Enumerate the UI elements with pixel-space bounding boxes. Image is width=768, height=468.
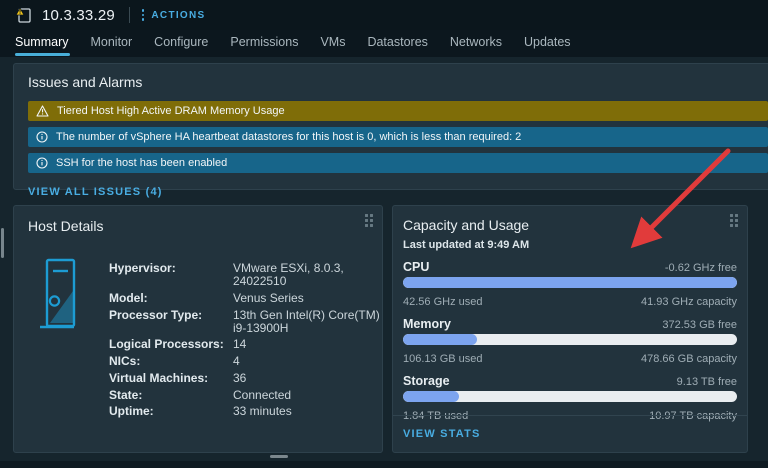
cpu-meter: CPU -0.62 GHz free 42.56 GHz used 41.93 …: [403, 260, 737, 308]
field-value: 33 minutes: [233, 405, 381, 418]
field-row-uptime: Uptime: 33 minutes: [109, 405, 381, 418]
host-details-body: Hypervisor: VMware ESXi, 8.0.3, 24022510…: [28, 258, 368, 418]
memory-label: Memory: [403, 317, 451, 331]
field-value: 14: [233, 338, 381, 351]
host-details-title: Host Details: [28, 218, 368, 234]
cpu-used-value: 42.56 GHz used: [403, 296, 483, 308]
memory-usage-fill: [403, 334, 477, 345]
issues-panel-title: Issues and Alarms: [28, 74, 768, 90]
tab-configure[interactable]: Configure: [143, 30, 219, 57]
field-value: VMware ESXi, 8.0.3, 24022510: [233, 262, 381, 288]
tab-monitor[interactable]: Monitor: [79, 30, 143, 57]
field-label: Virtual Machines:: [109, 372, 233, 385]
alert-text: Tiered Host High Active DRAM Memory Usag…: [57, 105, 285, 117]
bottom-strip: [0, 461, 768, 468]
last-updated-text: Last updated at 9:49 AM: [403, 239, 737, 251]
storage-usage-bar: [403, 391, 737, 402]
alert-row-ssh-enabled-info[interactable]: SSH for the host has been enabled: [28, 153, 768, 173]
field-row-state: State: Connected: [109, 389, 381, 402]
cpu-free-value: -0.62 GHz free: [665, 262, 737, 274]
warning-triangle-icon: [36, 105, 49, 117]
horizontal-scrollbar-thumb[interactable]: [270, 455, 288, 458]
info-circle-icon: [36, 131, 48, 143]
field-label: State:: [109, 389, 233, 402]
vertical-scrollbar-thumb[interactable]: [1, 228, 4, 258]
memory-usage-bar: [403, 334, 737, 345]
memory-meter: Memory 372.53 GB free 106.13 GB used 478…: [403, 317, 737, 365]
field-label: NICs:: [109, 355, 233, 368]
cpu-usage-bar: [403, 277, 737, 288]
field-row-virtual-machines: Virtual Machines: 36: [109, 372, 381, 385]
alert-text: SSH for the host has been enabled: [56, 157, 227, 169]
capacity-panel-title: Capacity and Usage: [403, 217, 737, 233]
storage-free-value: 9.13 TB free: [677, 376, 737, 388]
host-alert-icon: [14, 5, 34, 25]
field-label: Hypervisor:: [109, 262, 233, 288]
capacity-panel-footer: VIEW STATS: [393, 415, 747, 452]
host-illustration-column: [28, 258, 109, 418]
tab-vms[interactable]: VMs: [309, 30, 356, 57]
field-row-hypervisor: Hypervisor: VMware ESXi, 8.0.3, 24022510: [109, 262, 381, 288]
vsphere-host-summary-page: 10.3.33.29 ACTIONS Summary Monitor Confi…: [0, 0, 768, 468]
field-label: Processor Type:: [109, 309, 233, 335]
field-label: Logical Processors:: [109, 338, 233, 351]
memory-free-value: 372.53 GB free: [662, 319, 737, 331]
field-label: Model:: [109, 292, 233, 305]
alert-text: The number of vSphere HA heartbeat datas…: [56, 131, 521, 143]
view-stats-link[interactable]: VIEW STATS: [403, 428, 481, 440]
host-name: 10.3.33.29: [42, 7, 115, 24]
issues-and-alarms-panel: Issues and Alarms Tiered Host High Activ…: [13, 63, 768, 190]
tab-networks[interactable]: Networks: [439, 30, 513, 57]
info-circle-icon: [36, 157, 48, 169]
capacity-and-usage-panel: Capacity and Usage Last updated at 9:49 …: [392, 205, 748, 453]
field-value: 13th Gen Intel(R) Core(TM) i9-13900H: [233, 309, 381, 335]
memory-capacity-value: 478.66 GB capacity: [641, 353, 737, 365]
tab-updates[interactable]: Updates: [513, 30, 582, 57]
tab-datastores[interactable]: Datastores: [356, 30, 438, 57]
storage-usage-fill: [403, 391, 459, 402]
tab-bar: Summary Monitor Configure Permissions VM…: [0, 30, 768, 57]
tab-permissions[interactable]: Permissions: [219, 30, 309, 57]
cpu-usage-fill: [403, 277, 737, 288]
object-header: 10.3.33.29 ACTIONS: [0, 0, 768, 30]
view-all-issues-link[interactable]: VIEW ALL ISSUES (4): [28, 186, 163, 198]
cpu-label: CPU: [403, 260, 429, 274]
esxi-host-icon: [38, 258, 82, 340]
field-value: Connected: [233, 389, 381, 402]
memory-used-value: 106.13 GB used: [403, 353, 483, 365]
field-value: 4: [233, 355, 381, 368]
field-value: 36: [233, 372, 381, 385]
field-label: Uptime:: [109, 405, 233, 418]
drag-handle-icon[interactable]: [365, 214, 373, 227]
storage-label: Storage: [403, 374, 450, 388]
header-divider: [129, 7, 130, 23]
cpu-capacity-value: 41.93 GHz capacity: [641, 296, 737, 308]
alert-list: Tiered Host High Active DRAM Memory Usag…: [28, 101, 768, 173]
actions-button[interactable]: ACTIONS: [151, 10, 205, 21]
alert-row-dram-warning[interactable]: Tiered Host High Active DRAM Memory Usag…: [28, 101, 768, 121]
host-details-panel: Host Details Hypervisor: VMware ESXi, 8.…: [13, 205, 383, 453]
field-row-model: Model: Venus Series: [109, 292, 381, 305]
host-details-fields: Hypervisor: VMware ESXi, 8.0.3, 24022510…: [109, 258, 381, 418]
field-row-nics: NICs: 4: [109, 355, 381, 368]
field-row-logical-processors: Logical Processors: 14: [109, 338, 381, 351]
alert-row-ha-heartbeat-info[interactable]: The number of vSphere HA heartbeat datas…: [28, 127, 768, 147]
field-value: Venus Series: [233, 292, 381, 305]
drag-handle-icon[interactable]: [730, 214, 738, 227]
tab-summary[interactable]: Summary: [2, 30, 79, 57]
field-row-processor-type: Processor Type: 13th Gen Intel(R) Core(T…: [109, 309, 381, 335]
actions-menu-icon[interactable]: [142, 9, 145, 21]
